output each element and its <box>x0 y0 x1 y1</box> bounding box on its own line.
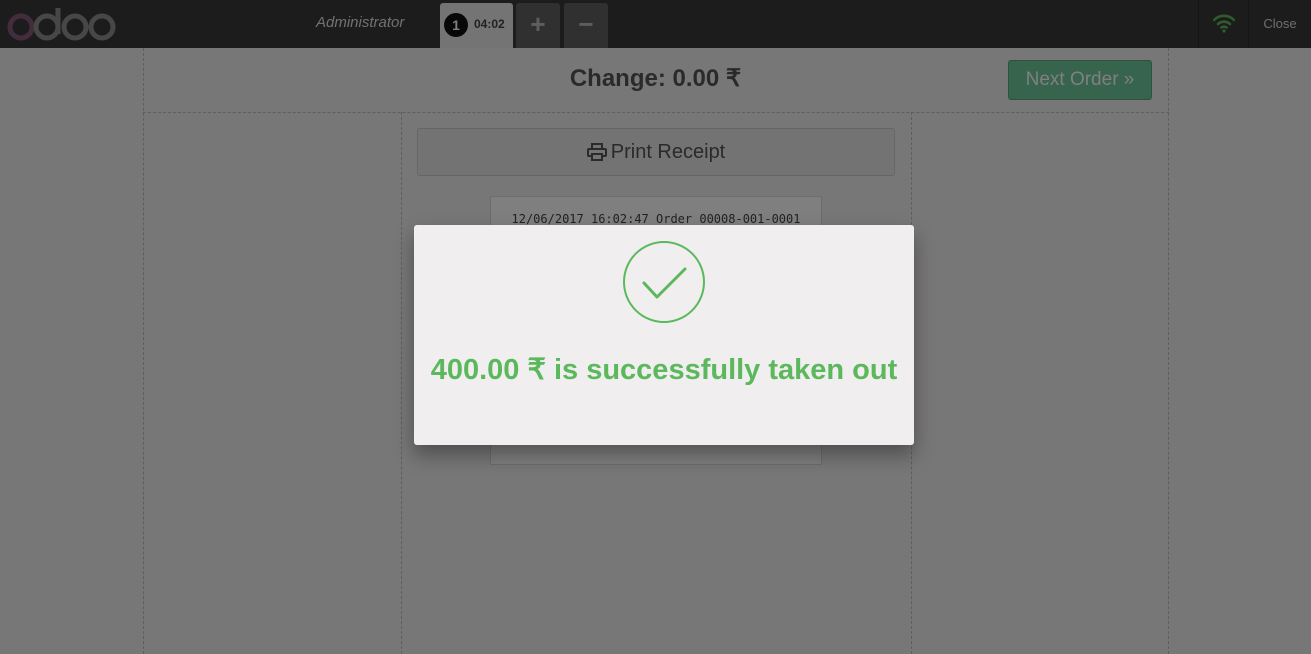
popup-message: 400.00 ₹ is successfully taken out <box>430 354 898 386</box>
cash-out-success-popup: 400.00 ₹ is successfully taken out <box>414 225 914 445</box>
check-circle-icon <box>623 241 705 323</box>
